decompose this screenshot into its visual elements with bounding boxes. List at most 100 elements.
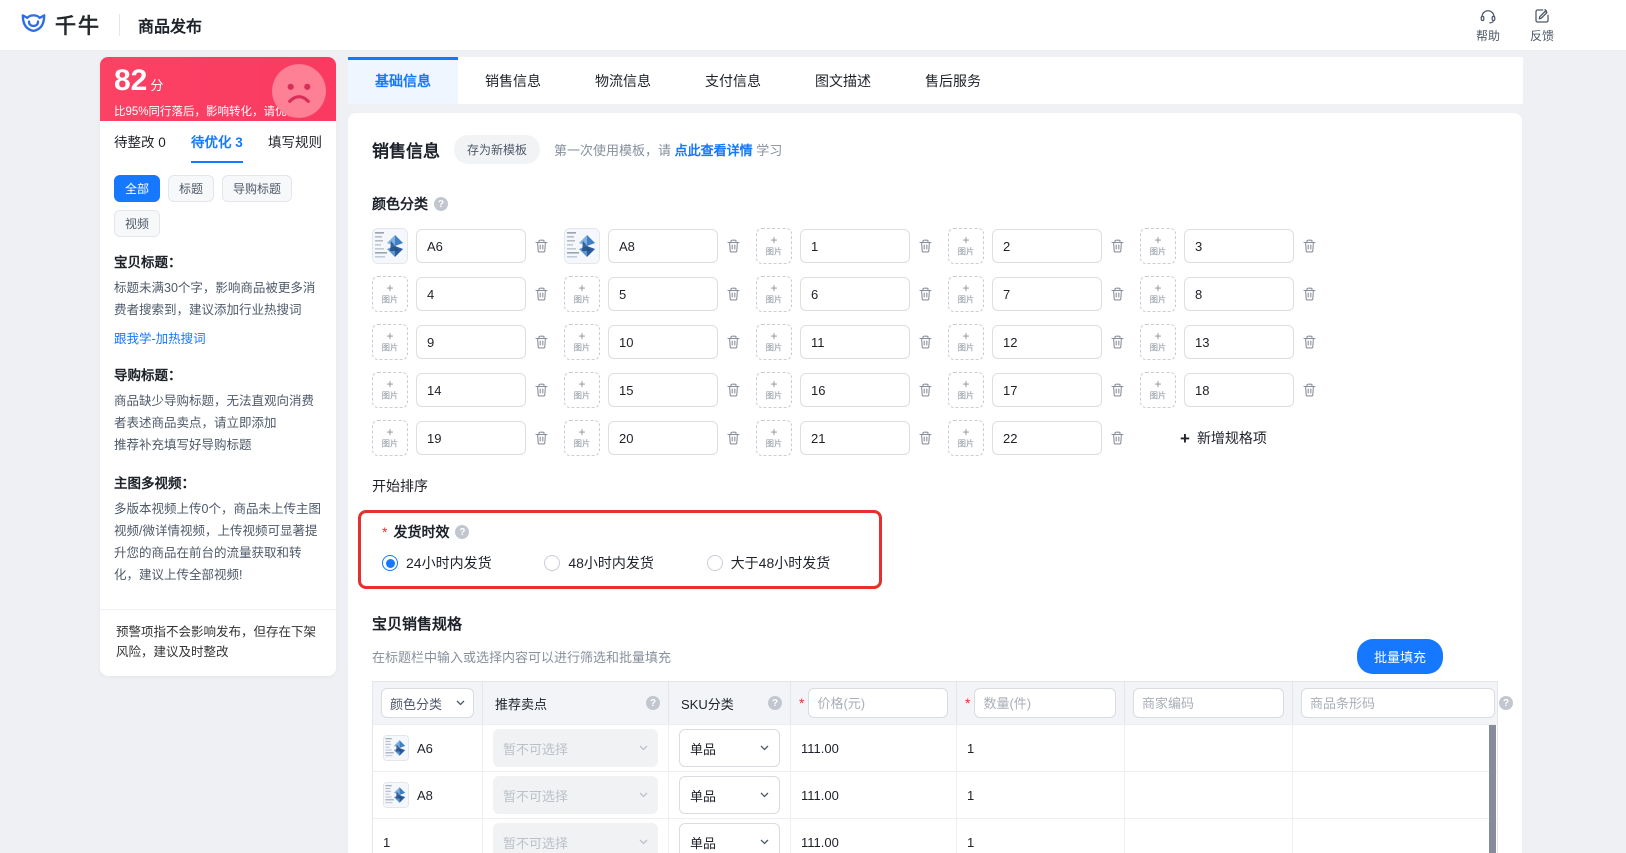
sidebar-tab[interactable]: 待优化 3 <box>191 121 243 163</box>
trash-icon[interactable] <box>727 431 740 445</box>
spec-value-input[interactable] <box>800 421 910 455</box>
sku-type-select[interactable]: 单品 <box>679 823 780 853</box>
trash-icon[interactable] <box>1303 383 1316 397</box>
spec-value-input[interactable] <box>992 229 1102 263</box>
trash-icon[interactable] <box>1111 383 1124 397</box>
shipping-option[interactable]: 24小时内发货 <box>382 553 544 573</box>
spec-value-input[interactable] <box>800 229 910 263</box>
radio-icon[interactable] <box>544 555 561 571</box>
add-image-button[interactable]: + 图片 <box>948 324 984 360</box>
radio-icon[interactable] <box>382 555 398 571</box>
add-image-button[interactable]: + 图片 <box>564 276 600 312</box>
question-circle-icon[interactable]: ? <box>768 696 782 710</box>
sku-type-select[interactable]: 单品 <box>679 729 780 767</box>
question-circle-icon[interactable]: ? <box>434 197 448 211</box>
add-spec-button[interactable]: + 新增规格项 <box>1180 428 1267 448</box>
radio-icon[interactable] <box>706 555 723 571</box>
add-image-button[interactable]: + 图片 <box>1140 324 1176 360</box>
question-circle-icon[interactable]: ? <box>1499 696 1513 710</box>
sku-type-select[interactable]: 单品 <box>679 776 780 814</box>
barcode-filter-input[interactable] <box>1301 688 1495 718</box>
filter-chip[interactable]: 全部 <box>114 175 161 202</box>
trash-icon[interactable] <box>727 287 740 301</box>
add-image-button[interactable]: + 图片 <box>372 372 408 408</box>
sidebar-tab[interactable]: 填写规则 <box>268 121 322 163</box>
form-tab[interactable]: 物流信息 <box>568 57 678 104</box>
spec-thumbnail[interactable] <box>564 228 600 264</box>
issue-learn-link[interactable]: 跟我学-加热搜词 <box>114 328 206 347</box>
add-image-button[interactable]: + 图片 <box>948 420 984 456</box>
trash-icon[interactable] <box>535 431 548 445</box>
add-image-button[interactable]: + 图片 <box>948 276 984 312</box>
merchant-code-filter-input[interactable] <box>1133 688 1284 718</box>
form-tab[interactable]: 图文描述 <box>788 57 898 104</box>
sidebar-tab[interactable]: 待整改 0 <box>114 121 166 163</box>
trash-icon[interactable] <box>919 383 932 397</box>
trash-icon[interactable] <box>919 431 932 445</box>
spec-value-input[interactable] <box>1184 229 1294 263</box>
save-template-button[interactable]: 存为新模板 <box>454 135 541 164</box>
filter-chip[interactable]: 视频 <box>114 210 161 237</box>
trash-icon[interactable] <box>1111 239 1124 253</box>
filter-chip[interactable]: 标题 <box>168 175 215 202</box>
spec-value-input[interactable] <box>608 373 718 407</box>
form-tab[interactable]: 支付信息 <box>678 57 788 104</box>
table-scrollbar[interactable] <box>1489 725 1496 853</box>
spec-value-input[interactable] <box>608 421 718 455</box>
spec-value-input[interactable] <box>800 325 910 359</box>
trash-icon[interactable] <box>727 335 740 349</box>
feedback-button[interactable]: 反馈 <box>1530 7 1554 44</box>
add-image-button[interactable]: + 图片 <box>372 276 408 312</box>
form-tab[interactable]: 销售信息 <box>458 57 568 104</box>
spec-value-input[interactable] <box>800 373 910 407</box>
color-filter-select[interactable]: 颜色分类 <box>381 688 474 718</box>
add-image-button[interactable]: + 图片 <box>564 420 600 456</box>
form-tab[interactable]: 基础信息 <box>348 57 458 104</box>
spec-value-input[interactable] <box>1184 373 1294 407</box>
spec-value-input[interactable] <box>416 373 526 407</box>
app-brand[interactable]: 千牛 <box>20 10 101 40</box>
add-image-button[interactable]: + 图片 <box>756 276 792 312</box>
trash-icon[interactable] <box>535 287 548 301</box>
price-filter-input[interactable] <box>808 688 948 718</box>
add-image-button[interactable]: + 图片 <box>372 324 408 360</box>
trash-icon[interactable] <box>535 383 548 397</box>
trash-icon[interactable] <box>1111 431 1124 445</box>
add-image-button[interactable]: + 图片 <box>948 372 984 408</box>
trash-icon[interactable] <box>1111 287 1124 301</box>
start-sort-link[interactable]: 开始排序 <box>372 476 1498 496</box>
add-image-button[interactable]: + 图片 <box>564 324 600 360</box>
trash-icon[interactable] <box>1111 335 1124 349</box>
spec-value-input[interactable] <box>992 421 1102 455</box>
trash-icon[interactable] <box>1303 287 1316 301</box>
add-image-button[interactable]: + 图片 <box>1140 228 1176 264</box>
help-button[interactable]: 帮助 <box>1476 7 1500 44</box>
spec-value-input[interactable] <box>416 277 526 311</box>
shipping-option[interactable]: 大于48小时发货 <box>706 553 869 573</box>
trash-icon[interactable] <box>535 239 548 253</box>
trash-icon[interactable] <box>727 239 740 253</box>
trash-icon[interactable] <box>919 335 932 349</box>
add-image-button[interactable]: + 图片 <box>564 372 600 408</box>
trash-icon[interactable] <box>535 335 548 349</box>
question-circle-icon[interactable]: ? <box>646 696 660 710</box>
trash-icon[interactable] <box>727 383 740 397</box>
form-tab[interactable]: 售后服务 <box>898 57 1008 104</box>
add-image-button[interactable]: + 图片 <box>756 420 792 456</box>
spec-value-input[interactable] <box>992 325 1102 359</box>
filter-chip[interactable]: 导购标题 <box>222 175 293 202</box>
spec-value-input[interactable] <box>992 277 1102 311</box>
trash-icon[interactable] <box>1303 239 1316 253</box>
question-circle-icon[interactable]: ? <box>455 525 470 539</box>
add-image-button[interactable]: + 图片 <box>1140 372 1176 408</box>
spec-value-input[interactable] <box>992 373 1102 407</box>
spec-value-input[interactable] <box>608 277 718 311</box>
spec-value-input[interactable] <box>608 325 718 359</box>
spec-value-input[interactable] <box>416 229 526 263</box>
add-image-button[interactable]: + 图片 <box>948 228 984 264</box>
qty-filter-input[interactable] <box>974 688 1116 718</box>
add-image-button[interactable]: + 图片 <box>1140 276 1176 312</box>
trash-icon[interactable] <box>1303 335 1316 349</box>
view-details-link[interactable]: 点此查看详情 <box>675 143 753 158</box>
spec-value-input[interactable] <box>416 421 526 455</box>
